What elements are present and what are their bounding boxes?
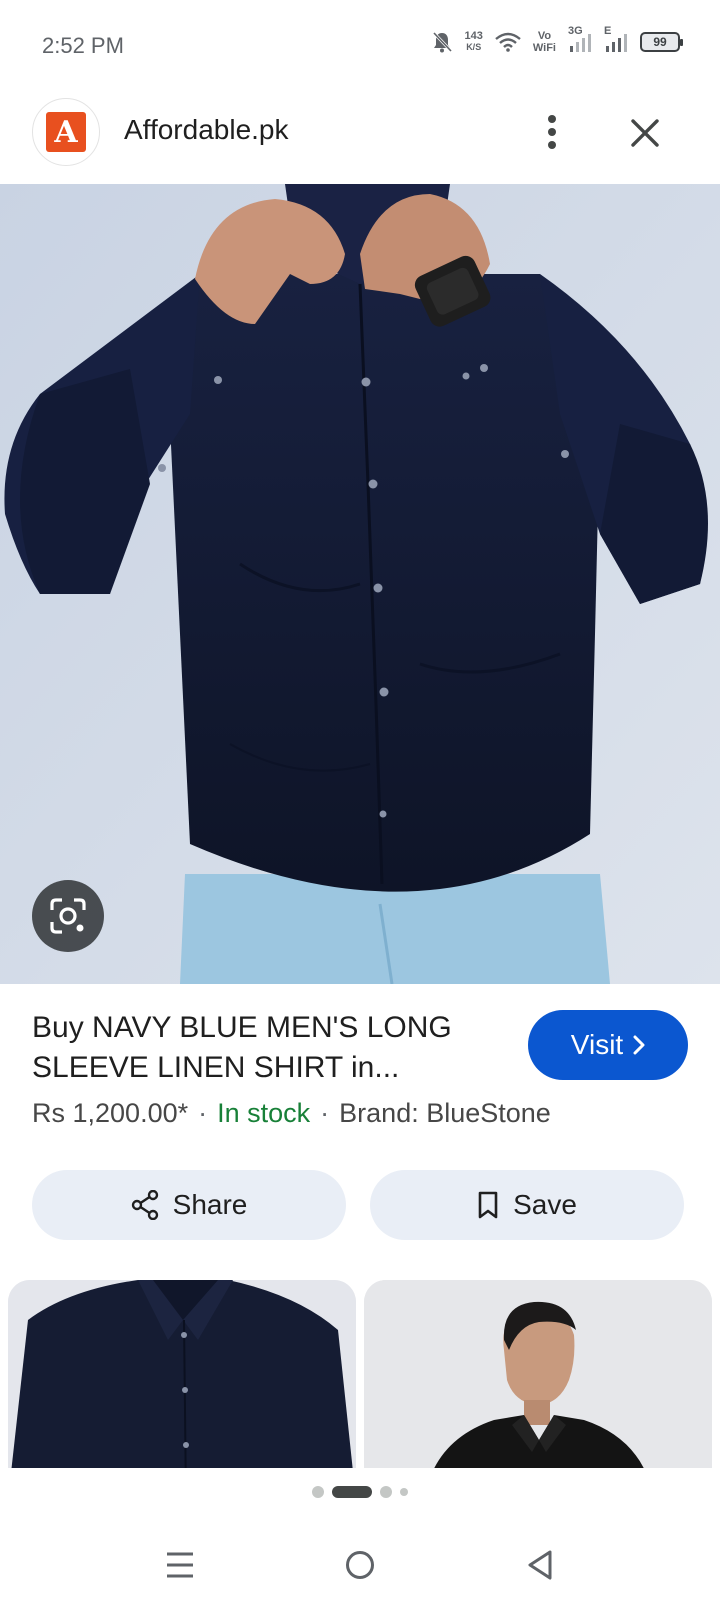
separator: · <box>198 1098 208 1128</box>
back-button[interactable] <box>510 1540 570 1590</box>
price: Rs 1,200.00* <box>32 1098 189 1128</box>
pager-dot <box>380 1486 392 1498</box>
status-time: 2:52 PM <box>42 33 124 58</box>
bookmark-icon <box>478 1191 498 1219</box>
visit-label: Visit <box>570 1029 624 1060</box>
vowifi-top: Vo <box>537 30 552 42</box>
site-favicon[interactable]: A <box>32 98 100 166</box>
shirt-photo <box>0 184 720 984</box>
chevron-right-icon <box>633 1035 645 1055</box>
three-dot-menu-icon <box>548 115 556 149</box>
network-speed-value: 143 <box>464 30 483 42</box>
close-icon <box>631 119 659 147</box>
save-label: Save <box>513 1189 577 1220</box>
share-button[interactable]: Share <box>32 1170 346 1240</box>
back-icon <box>528 1550 552 1580</box>
related-model-photo <box>364 1280 712 1468</box>
home-button[interactable] <box>330 1540 390 1590</box>
lens-search-button[interactable] <box>32 880 104 952</box>
site-logo-letter: A <box>46 112 86 152</box>
recents-button[interactable] <box>150 1540 210 1590</box>
site-name[interactable]: Affordable.pk <box>124 114 289 146</box>
close-button[interactable] <box>620 108 670 158</box>
related-image-card[interactable] <box>8 1280 356 1468</box>
wifi-icon <box>495 32 521 52</box>
signal-3g-label: 3G <box>568 25 583 37</box>
product-image[interactable] <box>0 184 720 984</box>
recents-icon <box>167 1552 193 1578</box>
source-header: A Affordable.pk <box>0 92 720 184</box>
signal-3g: 3G <box>568 25 592 53</box>
stock-status: In stock <box>217 1098 311 1128</box>
signal-e-label: E <box>604 25 612 37</box>
vowifi-bottom: WiFi <box>532 42 556 54</box>
pager-dot <box>312 1486 324 1498</box>
pager-dot-active <box>332 1486 372 1498</box>
related-shirt-photo <box>8 1280 356 1468</box>
product-meta: Rs 1,200.00* · In stock · Brand: BlueStone <box>32 1098 551 1129</box>
system-nav-bar <box>0 1530 720 1600</box>
image-viewer-page: 2:52 PM 143 K/S Vo WiFi 3G E 99 A Afford… <box>0 0 720 1600</box>
status-bar: 2:52 PM 143 K/S Vo WiFi 3G E 99 <box>0 0 720 92</box>
pager-dot <box>400 1488 408 1496</box>
visit-button[interactable]: Visit <box>528 1010 688 1080</box>
separator: · <box>320 1098 330 1128</box>
mute-bell-icon <box>432 31 452 53</box>
network-speed-unit: K/S <box>466 42 482 52</box>
battery-icon: 99 <box>640 32 683 52</box>
lens-search-icon <box>50 898 86 934</box>
related-images <box>0 1280 720 1468</box>
share-label: Share <box>172 1189 248 1220</box>
product-title[interactable]: Buy NAVY BLUE MEN'S LONG SLEEVE LINEN SH… <box>32 1008 492 1088</box>
related-image-card[interactable] <box>364 1280 712 1468</box>
signal-e: E <box>604 25 628 53</box>
status-icons: 143 K/S Vo WiFi 3G E 99 <box>431 25 683 54</box>
network-speed: 143 K/S <box>465 31 483 53</box>
vowifi-indicator: Vo WiFi <box>533 30 556 54</box>
home-icon <box>346 1551 374 1579</box>
more-options-button[interactable] <box>532 106 572 158</box>
brand: Brand: BlueStone <box>339 1098 551 1128</box>
save-button[interactable]: Save <box>370 1170 684 1240</box>
carousel-pager <box>0 1486 720 1498</box>
share-icon <box>131 1190 158 1220</box>
